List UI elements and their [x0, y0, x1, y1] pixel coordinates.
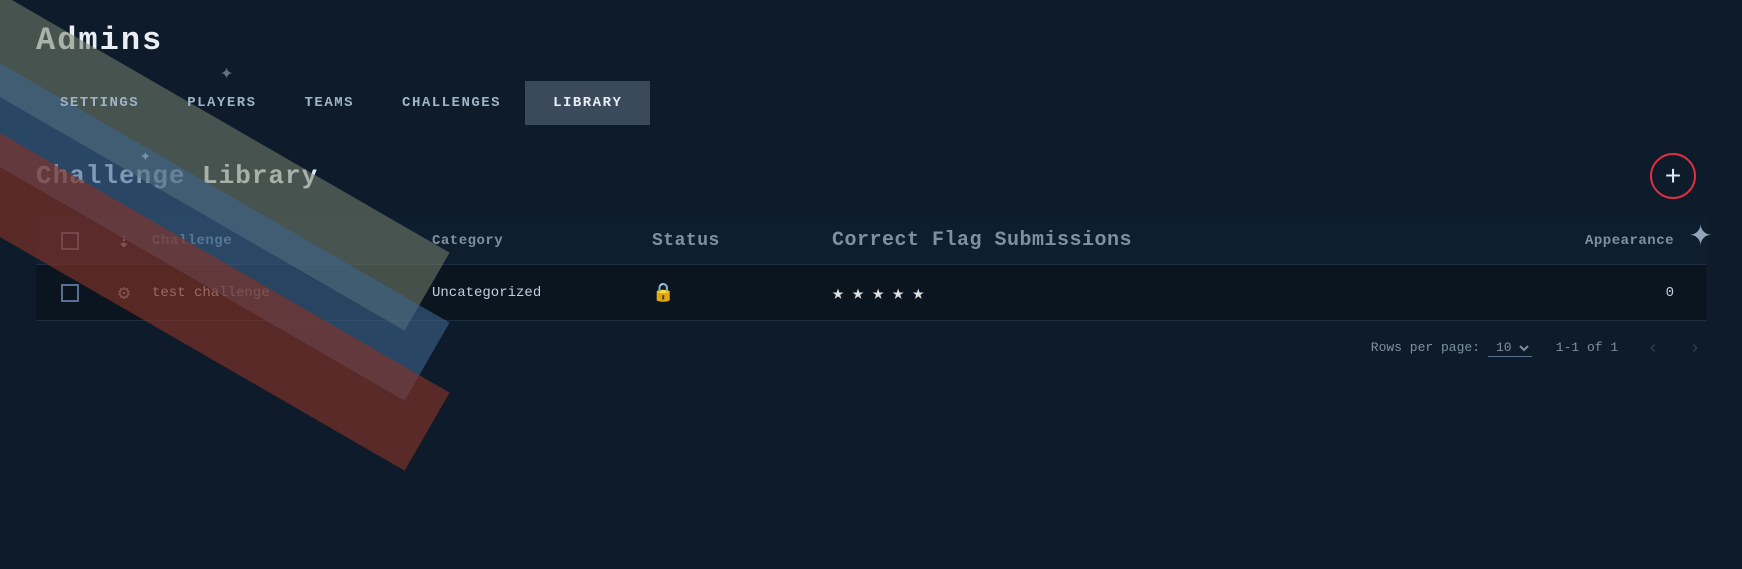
challenges-table: ⇣ Challenge Category Status Correct Flag… [36, 217, 1706, 321]
row-checkbox[interactable] [61, 284, 79, 302]
star-4: ★ [892, 280, 904, 306]
header-status: Status [652, 231, 832, 251]
table-footer: Rows per page: 5 10 25 50 1-1 of 1 ‹ › [0, 321, 1742, 374]
pagination-info: 1-1 of 1 [1552, 340, 1622, 355]
row-category: Uncategorized [432, 285, 652, 301]
tab-library[interactable]: LIBRARY [525, 81, 650, 125]
download-icon[interactable]: ⇣ [118, 228, 131, 254]
app-wrapper: ✦ ✦ ✦ Admins SETTINGS PLAYERS TEAMS CHAL… [0, 0, 1742, 569]
star-3: ★ [872, 280, 884, 306]
header-challenge: Challenge [152, 233, 432, 249]
gear-icon[interactable]: ⚙ [118, 280, 130, 306]
tab-challenges[interactable]: CHALLENGES [378, 85, 525, 121]
row-challenge-name[interactable]: test challenge [152, 285, 432, 301]
prev-page-button[interactable]: ‹ [1642, 335, 1664, 360]
tab-settings[interactable]: SETTINGS [36, 85, 163, 121]
table-header: ⇣ Challenge Category Status Correct Flag… [36, 217, 1706, 265]
row-appearance: 0 [1538, 285, 1698, 301]
row-status: 🔒 [652, 282, 832, 304]
rows-per-page-select[interactable]: 5 10 25 50 [1488, 339, 1532, 357]
page-header: Challenge Library + [0, 125, 1742, 217]
lock-icon: 🔒 [652, 284, 674, 304]
next-page-button[interactable]: › [1684, 335, 1706, 360]
header-appearance: Appearance [1538, 233, 1698, 249]
row-action-col: ⚙ [96, 280, 152, 306]
header-flags: Correct Flag Submissions [832, 229, 1538, 252]
tab-teams[interactable]: TEAMS [281, 85, 379, 121]
row-checkbox-col [44, 284, 96, 302]
star-2: ★ [852, 280, 864, 306]
add-challenge-button[interactable]: + [1650, 153, 1696, 199]
tab-players[interactable]: PLAYERS [163, 85, 280, 121]
app-title: Admins [0, 0, 1742, 59]
page-title: Challenge Library [36, 161, 318, 191]
table-row: ⚙ test challenge Uncategorized 🔒 ★ ★ ★ ★… [36, 265, 1706, 321]
header-checkbox-col [44, 232, 96, 250]
star-1: ★ [832, 280, 844, 306]
select-all-checkbox[interactable] [61, 232, 79, 250]
header-action-col: ⇣ [96, 228, 152, 254]
header-category: Category [432, 233, 652, 249]
rows-per-page: Rows per page: 5 10 25 50 [1371, 339, 1532, 357]
row-flags: ★ ★ ★ ★ ★ [832, 280, 1538, 306]
star-5: ★ [912, 280, 924, 306]
rows-per-page-label: Rows per page: [1371, 340, 1480, 355]
nav-tabs: SETTINGS PLAYERS TEAMS CHALLENGES LIBRAR… [0, 59, 1742, 125]
